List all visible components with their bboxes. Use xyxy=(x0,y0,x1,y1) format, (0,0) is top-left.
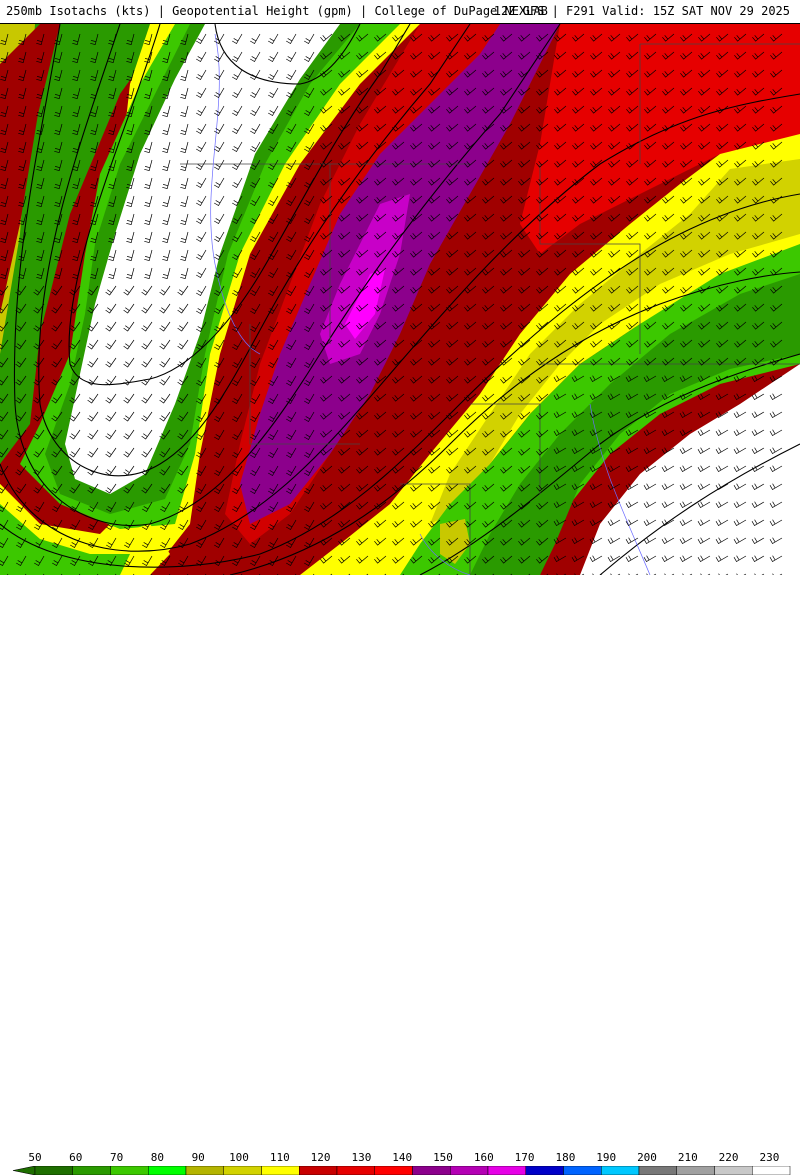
colorbar-swatch xyxy=(299,1166,338,1175)
colorbar-label: 190 xyxy=(596,1151,617,1164)
colorbar-swatch xyxy=(638,1166,677,1175)
colorbar-label: 210 xyxy=(677,1151,698,1164)
map-header: 250mb Isotachs (kts) | Geopotential Heig… xyxy=(0,0,800,24)
colorbar-label: 220 xyxy=(718,1151,739,1164)
colorbar-label: 110 xyxy=(269,1151,290,1164)
colorbar-label: 80 xyxy=(150,1151,165,1164)
colorbar-label: 100 xyxy=(229,1151,249,1164)
colorbar-swatch xyxy=(261,1166,300,1175)
wind-map-canvas xyxy=(0,24,800,575)
colorbar-swatch xyxy=(185,1166,224,1175)
colorbar-swatch xyxy=(450,1166,489,1175)
colorbar-swatch xyxy=(336,1166,375,1175)
map-title: 250mb Isotachs (kts) | Geopotential Heig… xyxy=(6,4,548,18)
colorbar-label: 130 xyxy=(351,1151,372,1164)
colorbar-swatch xyxy=(110,1166,149,1175)
colorbar-label: 60 xyxy=(69,1151,83,1164)
colorbar-label: 140 xyxy=(392,1151,413,1164)
colorbar-label: 120 xyxy=(310,1151,331,1164)
colorbar-swatch xyxy=(148,1166,187,1175)
model-run-info: 12Z GFS | F291 Valid: 15Z SAT NOV 29 202… xyxy=(493,4,790,18)
colorbar-swatch xyxy=(601,1166,640,1175)
colorbar-swatch xyxy=(34,1166,73,1175)
colorbar-swatch xyxy=(525,1166,564,1175)
colorbar-label: 150 xyxy=(433,1151,453,1164)
colorbar-swatch xyxy=(72,1166,111,1175)
isotach-colorbar: 50 60 70 80 90 100 110 120 130 140 150 160 170 180 190… xyxy=(0,575,800,1175)
colorbar-swatch xyxy=(676,1166,715,1175)
colorbar-label: 160 xyxy=(473,1151,494,1164)
colorbar-label: 200 xyxy=(637,1151,657,1164)
colorbar-tick-labels: 50 60 70 80 90 100 110 120 130 140 150 160 170 180 190… xyxy=(0,1151,800,1165)
colorbar-swatch xyxy=(374,1166,413,1175)
colorbar-label: 50 xyxy=(28,1151,42,1164)
colorbar-label: 180 xyxy=(555,1151,576,1164)
colorbar-arrow-left xyxy=(12,1166,36,1175)
colorbar-swatch xyxy=(563,1166,602,1175)
colorbar-label: 230 xyxy=(759,1151,780,1164)
colorbar-swatch xyxy=(223,1166,262,1175)
colorbar-label: 170 xyxy=(514,1151,535,1164)
colorbar-swatch xyxy=(487,1166,526,1175)
colorbar-swatch xyxy=(412,1166,451,1175)
colorbar-swatch xyxy=(714,1166,753,1175)
colorbar-strip xyxy=(12,1166,791,1175)
colorbar-swatch xyxy=(752,1166,791,1175)
wind-map xyxy=(0,24,800,575)
colorbar-label: 70 xyxy=(109,1151,124,1164)
colorbar-label: 90 xyxy=(191,1151,205,1164)
